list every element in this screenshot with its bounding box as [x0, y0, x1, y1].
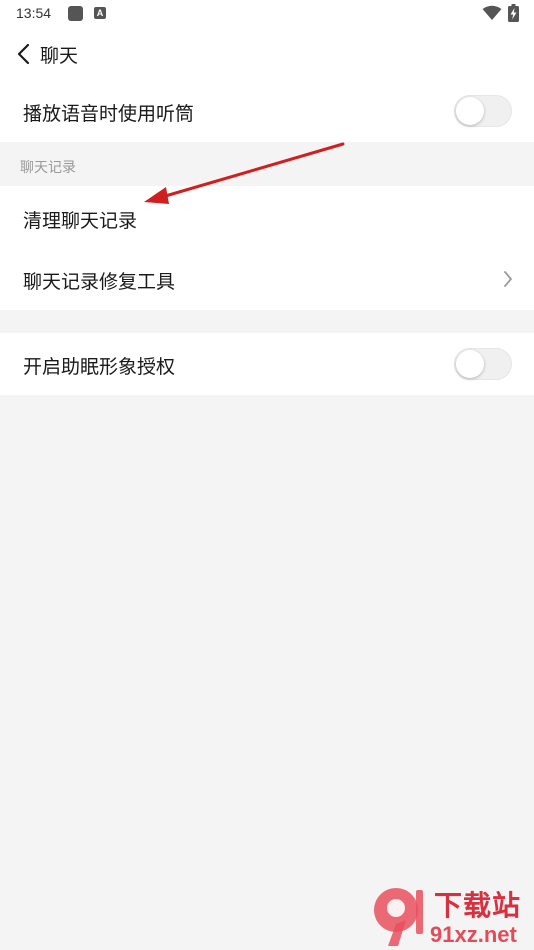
watermark-logo-icon — [374, 888, 423, 946]
chevron-right-icon — [504, 271, 512, 287]
watermark: 下载站 91xz.net — [364, 880, 534, 950]
status-bar: 13:54 A — [0, 0, 534, 28]
watermark-url: 91xz.net — [430, 922, 517, 947]
a-icon: A — [94, 7, 106, 19]
annotation-arrow — [144, 142, 345, 204]
page-title: 聊天 — [40, 45, 79, 67]
square-app-icon — [68, 6, 83, 21]
toggle-knob — [456, 97, 484, 125]
setting-label-earpiece: 播放语音时使用听筒 — [23, 103, 195, 125]
watermark-title: 下载站 — [434, 889, 522, 922]
setting-row-clear-chat-history[interactable]: 清理聊天记录 — [0, 186, 534, 248]
header-bar: 聊天 — [0, 28, 534, 80]
setting-label-clear-chat-history: 清理聊天记录 — [23, 210, 138, 232]
wifi-icon — [482, 5, 502, 20]
toggle-knob — [456, 350, 484, 378]
section-title-chat-history: 聊天记录 — [20, 160, 76, 176]
setting-row-earpiece[interactable]: 播放语音时使用听筒 — [0, 80, 534, 142]
status-time: 13:54 — [16, 5, 52, 21]
setting-label-repair-tool: 聊天记录修复工具 — [23, 271, 176, 293]
chevron-left-icon[interactable] — [14, 42, 36, 66]
setting-row-repair-tool[interactable]: 聊天记录修复工具 — [0, 248, 534, 310]
setting-label-sleep-aid: 开启助眠形象授权 — [23, 356, 176, 378]
earpiece-toggle[interactable] — [454, 95, 512, 127]
sleep-aid-toggle[interactable] — [454, 348, 512, 380]
battery-charging-icon — [508, 4, 519, 22]
setting-row-sleep-aid[interactable]: 开启助眠形象授权 — [0, 333, 534, 395]
